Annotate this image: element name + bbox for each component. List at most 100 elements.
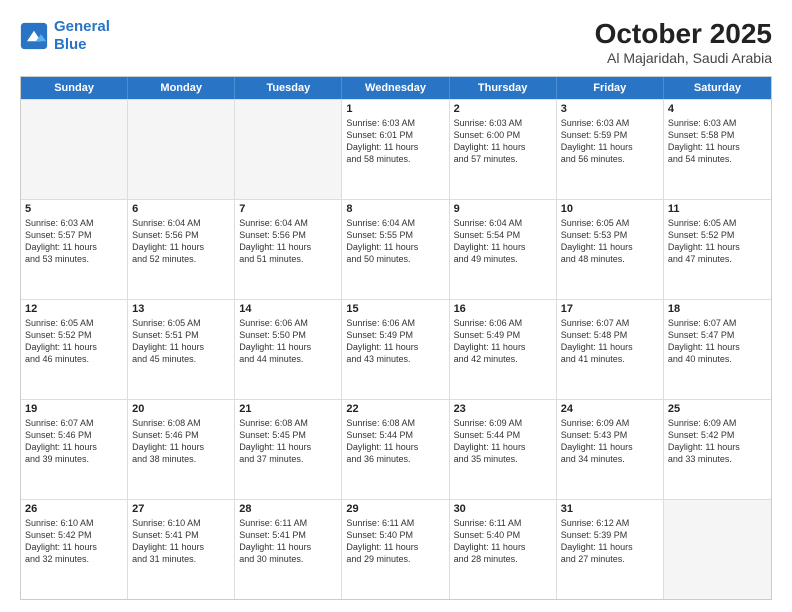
- table-row: 29 Sunrise: 6:11 AM Sunset: 5:40 PM Dayli…: [342, 500, 449, 599]
- table-row: 13Sunrise: 6:05 AM Sunset: 5:51 PM Dayli…: [128, 300, 235, 399]
- table-row: [664, 500, 771, 599]
- day-info: Sunrise: 6:11 AM Sunset: 5:40 PM Dayligh…: [346, 517, 444, 566]
- table-row: 18 Sunrise: 6:07 AM Sunset: 5:47 PM Dayli…: [664, 300, 771, 399]
- day-number: 3: [561, 103, 659, 115]
- table-row: 20 Sunrise: 6:08 AM Sunset: 5:46 PM Dayli…: [128, 400, 235, 499]
- day-info: Sunrise: 6:09 AM Sunset: 5:44 PM Dayligh…: [454, 417, 552, 466]
- day-number: 9: [454, 203, 552, 215]
- table-row: 8 Sunrise: 6:04 AM Sunset: 5:55 PM Daylig…: [342, 200, 449, 299]
- table-row: 25 Sunrise: 6:09 AM Sunset: 5:42 PM Dayli…: [664, 400, 771, 499]
- day-info: Sunrise: 6:05 AM Sunset: 5:53 PM Dayligh…: [561, 217, 659, 266]
- logo-line1: General: [54, 18, 110, 35]
- day-info: Sunrise: 6:08 AM Sunset: 5:45 PM Dayligh…: [239, 417, 337, 466]
- day-info: Sunrise: 6:09 AM Sunset: 5:43 PM Dayligh…: [561, 417, 659, 466]
- table-row: 2Sunrise: 6:03 AM Sunset: 6:00 PM Daylig…: [450, 100, 557, 199]
- header-saturday: Saturday: [664, 77, 771, 99]
- day-info: Sunrise: 6:06 AM Sunset: 5:49 PM Dayligh…: [454, 317, 552, 366]
- day-number: 21: [239, 403, 337, 415]
- day-info: Sunrise: 6:03 AM Sunset: 6:01 PM Dayligh…: [346, 117, 444, 166]
- table-row: 16 Sunrise: 6:06 AM Sunset: 5:49 PM Dayli…: [450, 300, 557, 399]
- calendar: Sunday Monday Tuesday Wednesday Thursday…: [20, 76, 772, 600]
- table-row: 4 Sunrise: 6:03 AM Sunset: 5:58 PM Daylig…: [664, 100, 771, 199]
- table-row: 27Sunrise: 6:10 AM Sunset: 5:41 PM Dayli…: [128, 500, 235, 599]
- header-wednesday: Wednesday: [342, 77, 449, 99]
- table-row: 5 Sunrise: 6:03 AM Sunset: 5:57 PM Daylig…: [21, 200, 128, 299]
- day-number: 6: [132, 203, 230, 215]
- day-info: Sunrise: 6:07 AM Sunset: 5:48 PM Dayligh…: [561, 317, 659, 366]
- day-number: 8: [346, 203, 444, 215]
- day-info: Sunrise: 6:05 AM Sunset: 5:52 PM Dayligh…: [25, 317, 123, 366]
- day-info: Sunrise: 6:06 AM Sunset: 5:49 PM Dayligh…: [346, 317, 444, 366]
- table-row: 31 Sunrise: 6:12 AM Sunset: 5:39 PM Dayli…: [557, 500, 664, 599]
- table-row: 21 Sunrise: 6:08 AM Sunset: 5:45 PM Dayli…: [235, 400, 342, 499]
- header-thursday: Thursday: [450, 77, 557, 99]
- day-number: 15: [346, 303, 444, 315]
- cal-row-4: 19 Sunrise: 6:07 AM Sunset: 5:46 PM Dayli…: [21, 399, 771, 499]
- day-info: Sunrise: 6:03 AM Sunset: 5:58 PM Dayligh…: [668, 117, 767, 166]
- table-row: 17Sunrise: 6:07 AM Sunset: 5:48 PM Dayli…: [557, 300, 664, 399]
- day-number: 13: [132, 303, 230, 315]
- day-number: 26: [25, 503, 123, 515]
- table-row: 23 Sunrise: 6:09 AM Sunset: 5:44 PM Dayli…: [450, 400, 557, 499]
- logo-icon: [20, 22, 48, 50]
- day-number: 18: [668, 303, 767, 315]
- day-info: Sunrise: 6:11 AM Sunset: 5:41 PM Dayligh…: [239, 517, 337, 566]
- header-monday: Monday: [128, 77, 235, 99]
- day-number: 14: [239, 303, 337, 315]
- table-row: 10 Sunrise: 6:05 AM Sunset: 5:53 PM Dayli…: [557, 200, 664, 299]
- calendar-body: 1Sunrise: 6:03 AM Sunset: 6:01 PM Daylig…: [21, 99, 771, 599]
- day-info: Sunrise: 6:08 AM Sunset: 5:46 PM Dayligh…: [132, 417, 230, 466]
- table-row: 24 Sunrise: 6:09 AM Sunset: 5:43 PM Dayli…: [557, 400, 664, 499]
- table-row: 26 Sunrise: 6:10 AM Sunset: 5:42 PM Dayli…: [21, 500, 128, 599]
- day-number: 28: [239, 503, 337, 515]
- day-number: 16: [454, 303, 552, 315]
- table-row: 1Sunrise: 6:03 AM Sunset: 6:01 PM Daylig…: [342, 100, 449, 199]
- day-number: 25: [668, 403, 767, 415]
- calendar-header: Sunday Monday Tuesday Wednesday Thursday…: [21, 77, 771, 99]
- day-info: Sunrise: 6:06 AM Sunset: 5:50 PM Dayligh…: [239, 317, 337, 366]
- cal-row-3: 12 Sunrise: 6:05 AM Sunset: 5:52 PM Dayli…: [21, 299, 771, 399]
- day-number: 10: [561, 203, 659, 215]
- day-number: 20: [132, 403, 230, 415]
- table-row: [128, 100, 235, 199]
- table-row: 11Sunrise: 6:05 AM Sunset: 5:52 PM Dayli…: [664, 200, 771, 299]
- day-info: Sunrise: 6:04 AM Sunset: 5:55 PM Dayligh…: [346, 217, 444, 266]
- day-number: 19: [25, 403, 123, 415]
- day-number: 30: [454, 503, 552, 515]
- header-tuesday: Tuesday: [235, 77, 342, 99]
- day-info: Sunrise: 6:04 AM Sunset: 5:56 PM Dayligh…: [132, 217, 230, 266]
- day-number: 22: [346, 403, 444, 415]
- day-number: 31: [561, 503, 659, 515]
- day-info: Sunrise: 6:05 AM Sunset: 5:52 PM Dayligh…: [668, 217, 767, 266]
- day-info: Sunrise: 6:09 AM Sunset: 5:42 PM Dayligh…: [668, 417, 767, 466]
- table-row: 28 Sunrise: 6:11 AM Sunset: 5:41 PM Dayli…: [235, 500, 342, 599]
- day-info: Sunrise: 6:07 AM Sunset: 5:47 PM Dayligh…: [668, 317, 767, 366]
- day-info: Sunrise: 6:10 AM Sunset: 5:42 PM Dayligh…: [25, 517, 123, 566]
- logo: General Blue: [20, 18, 110, 54]
- table-row: 12 Sunrise: 6:05 AM Sunset: 5:52 PM Dayli…: [21, 300, 128, 399]
- day-number: 24: [561, 403, 659, 415]
- day-info: Sunrise: 6:07 AM Sunset: 5:46 PM Dayligh…: [25, 417, 123, 466]
- table-row: 22 Sunrise: 6:08 AM Sunset: 5:44 PM Dayli…: [342, 400, 449, 499]
- cal-row-5: 26 Sunrise: 6:10 AM Sunset: 5:42 PM Dayli…: [21, 499, 771, 599]
- day-number: 4: [668, 103, 767, 115]
- day-info: Sunrise: 6:08 AM Sunset: 5:44 PM Dayligh…: [346, 417, 444, 466]
- day-info: Sunrise: 6:12 AM Sunset: 5:39 PM Dayligh…: [561, 517, 659, 566]
- day-number: 7: [239, 203, 337, 215]
- header-friday: Friday: [557, 77, 664, 99]
- day-number: 23: [454, 403, 552, 415]
- day-info: Sunrise: 6:03 AM Sunset: 5:57 PM Dayligh…: [25, 217, 123, 266]
- day-info: Sunrise: 6:03 AM Sunset: 6:00 PM Dayligh…: [454, 117, 552, 166]
- logo-text: General Blue: [54, 18, 110, 54]
- day-number: 12: [25, 303, 123, 315]
- day-number: 29: [346, 503, 444, 515]
- header: General Blue October 2025 Al Majaridah, …: [20, 18, 772, 66]
- header-sunday: Sunday: [21, 77, 128, 99]
- calendar-title: October 2025: [595, 18, 772, 50]
- day-info: Sunrise: 6:04 AM Sunset: 5:56 PM Dayligh…: [239, 217, 337, 266]
- table-row: 19 Sunrise: 6:07 AM Sunset: 5:46 PM Dayli…: [21, 400, 128, 499]
- logo-line2: Blue: [54, 36, 87, 53]
- day-number: 5: [25, 203, 123, 215]
- table-row: 30Sunrise: 6:11 AM Sunset: 5:40 PM Dayli…: [450, 500, 557, 599]
- day-info: Sunrise: 6:10 AM Sunset: 5:41 PM Dayligh…: [132, 517, 230, 566]
